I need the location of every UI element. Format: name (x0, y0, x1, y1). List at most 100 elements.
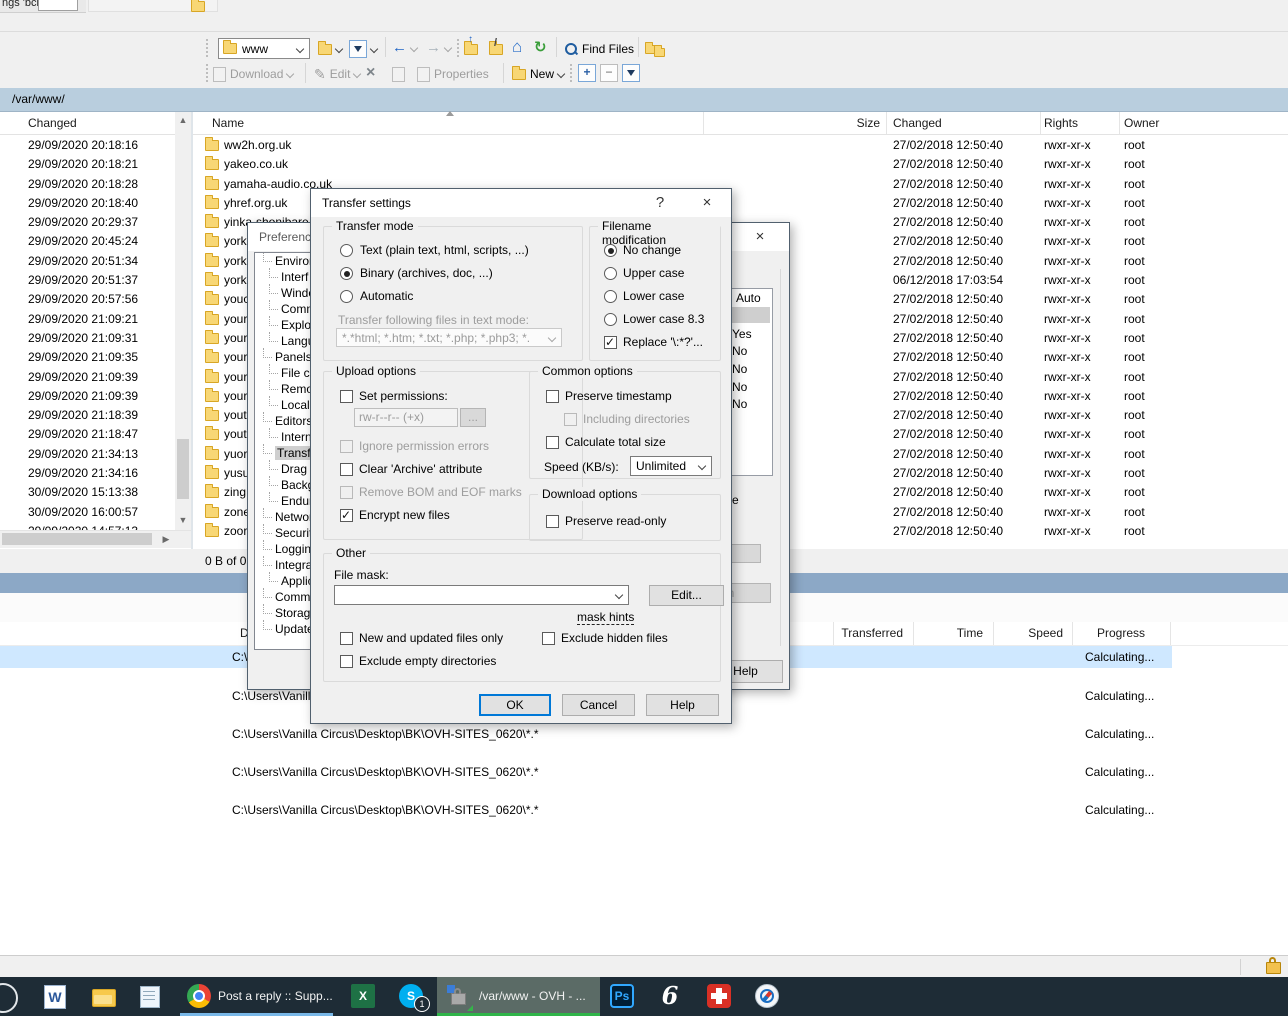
replace-invalid-chars-checkbox[interactable] (604, 336, 617, 349)
local-file-row[interactable]: 29/09/2020 20:18:40 (0, 194, 175, 213)
excel-taskbar-icon[interactable]: X (351, 984, 375, 1008)
remote-file-row[interactable]: yakeo.co.uk 27/02/2018 12:50:40 rwxr-xr-… (193, 155, 1288, 174)
add-to-selection-button[interactable]: + (578, 64, 596, 82)
remote-path-bar[interactable]: /var/www/ (0, 88, 1288, 112)
queue-row[interactable]: C:\Users\Vanilla Circus\Desktop\BK\OVH-S… (0, 760, 1288, 798)
delete-button[interactable]: × (366, 62, 375, 84)
remove-bom-checkbox[interactable] (340, 486, 353, 499)
permissions-field[interactable]: rw-r--r-- (+x) (354, 408, 458, 427)
set-permissions-checkbox[interactable] (340, 390, 353, 403)
open-directory-button[interactable] (318, 38, 342, 60)
chevron-down-icon[interactable] (296, 45, 304, 53)
local-file-row[interactable]: 29/09/2020 21:34:16 (0, 464, 175, 483)
medkit-taskbar-icon[interactable] (707, 984, 731, 1008)
forward-button[interactable]: → (426, 37, 451, 59)
scrollbar-thumb[interactable] (177, 439, 189, 499)
selection-filter-button[interactable] (622, 64, 640, 82)
back-button[interactable]: ← (392, 37, 417, 59)
text-mode-masks-combo[interactable]: *.*html; *.htm; *.txt; *.php; *.php3; *. (336, 328, 562, 347)
winscp-taskbar-button[interactable]: /var/www - OVH - ... (437, 977, 600, 1016)
remove-from-selection-button[interactable]: − (600, 64, 618, 82)
remote-column-rights[interactable]: Rights (1044, 112, 1078, 134)
radio-label[interactable]: Lower case 8.3 (623, 312, 704, 326)
chevron-down-icon[interactable] (370, 45, 378, 53)
local-file-row[interactable]: 29/09/2020 21:09:39 (0, 368, 175, 387)
checkbox-label[interactable]: Replace '\:*?'... (623, 335, 703, 349)
remote-column-size[interactable]: Size (820, 112, 880, 134)
calculate-total-size-checkbox[interactable] (546, 436, 559, 449)
local-file-row[interactable]: 29/09/2020 21:18:39 (0, 406, 175, 425)
local-file-row[interactable]: 29/09/2020 20:45:24 (0, 232, 175, 251)
local-file-row[interactable]: 29/09/2020 21:34:13 (0, 445, 175, 464)
rename-button[interactable] (392, 63, 405, 85)
queue-row[interactable]: C:\Users\Vanilla Circus\Desktop\BK\OVH-S… (0, 798, 1288, 836)
radio-no-change[interactable] (604, 244, 617, 257)
chevron-down-icon[interactable] (353, 70, 361, 78)
checkbox-label[interactable]: Preserve read-only (565, 514, 666, 528)
radio-text-mode[interactable] (340, 244, 353, 257)
scroll-down-icon[interactable]: ▼ (175, 512, 191, 528)
queue-column-time[interactable]: Time (913, 622, 983, 645)
filter-button[interactable] (349, 38, 377, 60)
scroll-up-icon[interactable]: ▲ (175, 112, 191, 128)
speed-combo[interactable]: Unlimited (630, 456, 712, 476)
synchronize-browsing-button[interactable] (645, 38, 665, 60)
queue-row[interactable]: C:\Users\Vanilla Circus\Desktop\BK\OVH-S… (0, 722, 1288, 760)
presets-column-auto[interactable]: Auto (736, 291, 761, 305)
radio-label[interactable]: Lower case (623, 289, 684, 303)
local-file-row[interactable]: 29/09/2020 20:51:37 (0, 271, 175, 290)
local-file-row[interactable]: 29/09/2020 20:51:34 (0, 252, 175, 271)
remote-column-changed[interactable]: Changed (893, 112, 942, 134)
new-updated-only-checkbox[interactable] (340, 632, 353, 645)
checkbox-label[interactable]: New and updated files only (359, 631, 503, 645)
exclude-hidden-checkbox[interactable] (542, 632, 555, 645)
checkbox-label[interactable]: Exclude hidden files (561, 631, 668, 645)
local-vertical-scrollbar[interactable]: ▲ ▼ (175, 112, 191, 530)
properties-button[interactable]: Properties (417, 63, 489, 85)
checkbox-label[interactable]: Calculate total size (565, 435, 666, 449)
checkbox-label[interactable]: Clear 'Archive' attribute (359, 462, 482, 476)
transfer-title-bar[interactable]: Transfer settings ? × (311, 189, 731, 217)
radio-lower-case[interactable] (604, 290, 617, 303)
remote-column-name[interactable]: Name (212, 112, 244, 134)
permissions-dots-button[interactable]: ... (460, 408, 486, 427)
chevron-down-icon[interactable] (335, 45, 343, 53)
search-circle-icon[interactable] (0, 983, 18, 1013)
local-file-row[interactable]: 29/09/2020 20:57:56 (0, 290, 175, 309)
exclude-empty-dirs-checkbox[interactable] (340, 655, 353, 668)
local-file-row[interactable]: 29/09/2020 21:09:39 (0, 387, 175, 406)
parent-directory-button[interactable]: ↑ (464, 38, 478, 60)
help-icon[interactable]: ? (646, 192, 674, 213)
chevron-down-icon[interactable] (286, 70, 294, 78)
local-file-row[interactable]: 30/09/2020 16:00:57 (0, 503, 175, 522)
remote-file-row[interactable]: ww2h.org.uk 27/02/2018 12:50:40 rwxr-xr-… (193, 136, 1288, 155)
local-file-row[interactable]: 29/09/2020 20:29:37 (0, 213, 175, 232)
local-file-row[interactable]: 29/09/2020 21:09:31 (0, 329, 175, 348)
local-column-changed[interactable]: Changed (28, 112, 77, 134)
checkbox-label[interactable]: Exclude empty directories (359, 654, 496, 668)
encrypt-new-files-checkbox[interactable] (340, 509, 353, 522)
chevron-down-icon[interactable] (410, 44, 418, 52)
local-horizontal-scrollbar[interactable]: ▶ (0, 530, 191, 548)
radio-lower-case-83[interactable] (604, 313, 617, 326)
download-button[interactable]: Download (213, 63, 293, 85)
home-directory-button[interactable]: ⌂ (512, 36, 522, 58)
local-file-row[interactable]: 29/09/2020 20:18:21 (0, 155, 175, 174)
ignore-permission-errors-checkbox[interactable] (340, 440, 353, 453)
scroll-right-icon[interactable]: ▶ (158, 531, 174, 547)
local-file-row[interactable]: 29/09/2020 20:18:28 (0, 175, 175, 194)
edit-button[interactable]: ✎ Edit (314, 63, 360, 85)
preserve-timestamp-checkbox[interactable] (546, 390, 559, 403)
address-combo[interactable]: www (218, 38, 310, 59)
radio-label[interactable]: Binary (archives, doc, ...) (360, 266, 493, 280)
local-file-row[interactable]: 29/09/2020 21:09:21 (0, 310, 175, 329)
help-button[interactable]: Help (646, 694, 719, 716)
chrome-window-title[interactable]: Post a reply :: Supp... (218, 977, 333, 1016)
radio-upper-case[interactable] (604, 267, 617, 280)
radio-automatic-mode[interactable] (340, 290, 353, 303)
radio-label[interactable]: No change (623, 243, 681, 257)
local-file-row[interactable]: 29/09/2020 21:18:47 (0, 425, 175, 444)
checkbox-label[interactable]: Encrypt new files (359, 508, 450, 522)
refresh-button[interactable]: ↻ (534, 37, 547, 59)
close-icon[interactable]: × (746, 226, 774, 247)
